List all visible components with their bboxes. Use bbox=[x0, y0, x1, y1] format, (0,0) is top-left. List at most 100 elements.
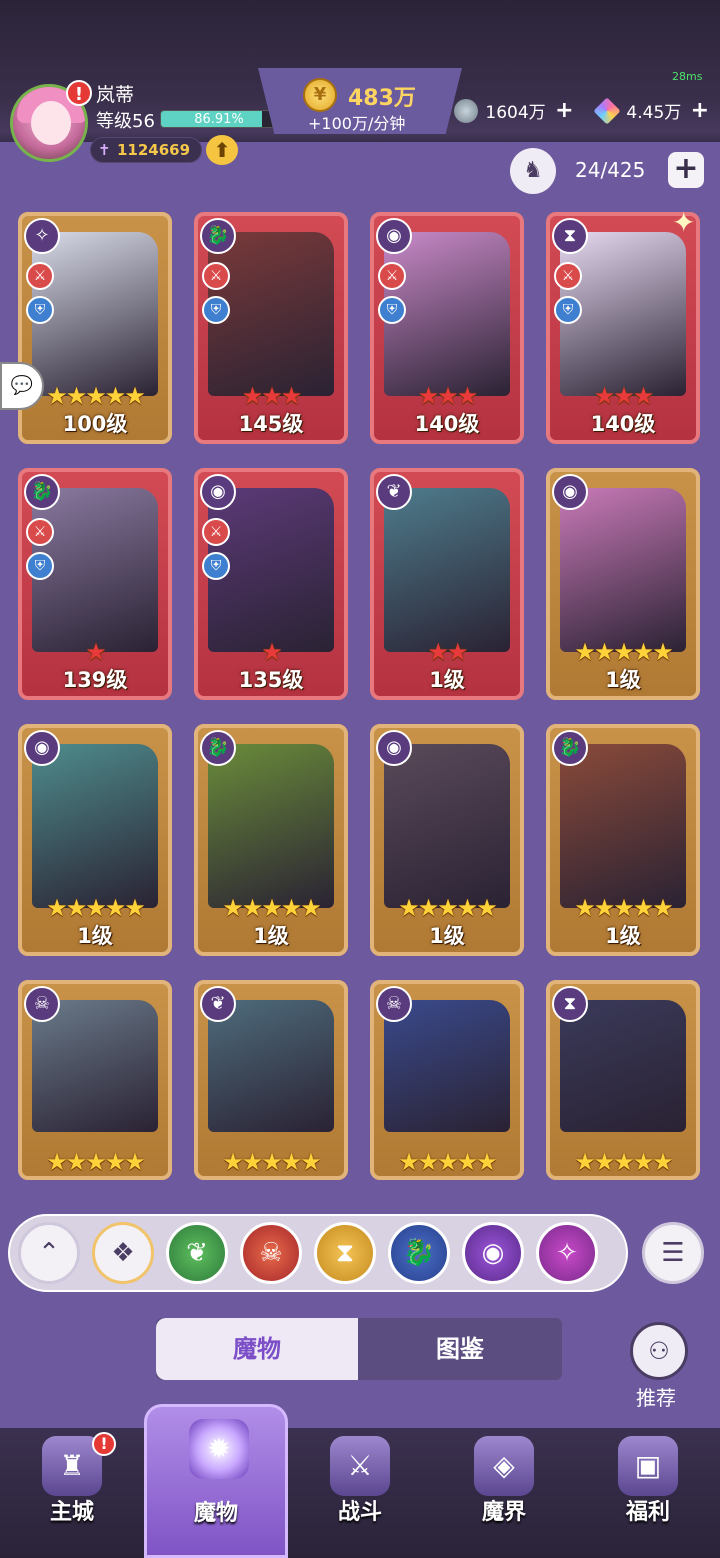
monster-card[interactable]: ◉ ★★★★★ 1级 bbox=[18, 724, 172, 956]
monster-capacity-icon: ♞ bbox=[510, 148, 556, 194]
monster-card[interactable]: 🐉 ⚔ ⛨ ★★★ 145级 bbox=[194, 212, 348, 444]
monster-portrait bbox=[32, 744, 158, 908]
leaf-icon: ❦ bbox=[200, 986, 236, 1022]
star-rating: ★★★ bbox=[593, 382, 655, 410]
monster-card[interactable]: ◉ ⚔ ⛨ ★ 135级 bbox=[194, 468, 348, 700]
star-rating: ★★★★★ bbox=[222, 1148, 322, 1176]
star-rating: ★★ bbox=[427, 638, 468, 666]
monster-card[interactable]: ✧ ⚔ ⛨ ★★★★★ 100级 bbox=[18, 212, 172, 444]
nav-portal[interactable]: ◈ 魔界 bbox=[432, 1428, 576, 1558]
nav-purple-flame[interactable]: ✹ 魔物 bbox=[144, 1404, 288, 1558]
star-rating: ★ bbox=[85, 638, 107, 666]
monster-portrait bbox=[208, 744, 334, 908]
monster-level: 1级 bbox=[429, 668, 465, 692]
xp-percent-text: 86.91% bbox=[194, 112, 244, 127]
tab-monsters[interactable]: 魔物 bbox=[156, 1318, 358, 1380]
monster-portrait bbox=[560, 488, 686, 652]
add-gem-button[interactable]: + bbox=[691, 98, 709, 123]
monster-level: 140级 bbox=[590, 412, 656, 436]
leaf-icon[interactable]: ❦ bbox=[166, 1222, 228, 1284]
star-rating: ★ bbox=[261, 638, 283, 666]
monster-card[interactable]: ◉ ⚔ ⛨ ★★★ 140级 bbox=[370, 212, 524, 444]
monster-level: 1级 bbox=[429, 924, 465, 948]
player-level: 等级56 bbox=[96, 111, 155, 132]
eye-icon: ◉ bbox=[552, 474, 588, 510]
monster-card[interactable]: 🐉 ⚔ ⛨ ★ 139级 bbox=[18, 468, 172, 700]
monster-level: 1级 bbox=[253, 924, 289, 948]
star-rating: ★★★ bbox=[417, 382, 479, 410]
nav-castle[interactable]: ♜ 主城! bbox=[0, 1428, 144, 1558]
nav-chest[interactable]: ▣ 福利 bbox=[576, 1428, 720, 1558]
nav-label: 福利 bbox=[625, 1500, 670, 1525]
star-rating: ★★★ bbox=[241, 382, 303, 410]
alert-badge: ! bbox=[92, 1432, 116, 1456]
gem-currency[interactable]: 4.45万 + bbox=[593, 96, 709, 126]
monster-portrait bbox=[560, 1000, 686, 1132]
nav-label: 魔界 bbox=[481, 1500, 526, 1525]
void-rune-icon: ✧ bbox=[24, 218, 60, 254]
monster-portrait bbox=[384, 744, 510, 908]
silver-amount: 1604万 bbox=[485, 103, 546, 123]
monster-card[interactable]: 🐉 ★★★★★ 1级 bbox=[194, 724, 348, 956]
nav-sword-shield[interactable]: ⚔ 战斗 bbox=[288, 1428, 432, 1558]
monster-card[interactable]: ☠ ★★★★★ bbox=[370, 980, 524, 1180]
monster-level: 135级 bbox=[238, 668, 304, 692]
eye-icon: ◉ bbox=[376, 218, 412, 254]
dragon-icon[interactable]: 🐉 bbox=[388, 1222, 450, 1284]
hourglass-icon[interactable]: ⧗ bbox=[314, 1222, 376, 1284]
hourglass-icon: ⧗ bbox=[552, 986, 588, 1022]
monster-card[interactable]: ❦ ★★ 1级 bbox=[370, 468, 524, 700]
monster-card[interactable]: ❦ ★★★★★ bbox=[194, 980, 348, 1180]
shield-icon: ⛨ bbox=[26, 552, 54, 580]
recommend-label[interactable]: 推荐 bbox=[636, 1382, 676, 1411]
monster-card[interactable]: ⧗ ★★★★★ bbox=[546, 980, 700, 1180]
tab-codex[interactable]: 图鉴 bbox=[358, 1318, 562, 1380]
silver-currency[interactable]: 1604万 + bbox=[454, 98, 574, 126]
xp-progress-bar: 86.91% bbox=[160, 110, 278, 128]
shield-icon: ⛨ bbox=[26, 296, 54, 324]
all-factions-icon[interactable]: ❖ bbox=[92, 1222, 154, 1284]
crossed-swords-icon: ⚔ bbox=[26, 518, 54, 546]
monster-level: 139级 bbox=[62, 668, 128, 692]
avatar-face bbox=[31, 101, 71, 145]
monster-level: 1级 bbox=[77, 924, 113, 948]
nav-label: 战斗 bbox=[337, 1500, 382, 1525]
gem-amount: 4.45万 bbox=[626, 103, 682, 123]
star-rating: ★★★★★ bbox=[574, 1148, 674, 1176]
dragon-icon: 🐉 bbox=[24, 474, 60, 510]
shield-icon: ⛨ bbox=[554, 296, 582, 324]
combat-power: ✝ 1124669 bbox=[90, 137, 202, 163]
eye-icon[interactable]: ◉ bbox=[462, 1222, 524, 1284]
shield-icon: ⛨ bbox=[378, 296, 406, 324]
monster-card[interactable]: ☠ ★★★★★ bbox=[18, 980, 172, 1180]
leaf-icon: ❦ bbox=[376, 474, 412, 510]
sword-shield-icon: ⚔ bbox=[330, 1436, 390, 1496]
recommend-team-icon[interactable]: ⚇ bbox=[630, 1322, 688, 1380]
shield-icon: ⛨ bbox=[202, 296, 230, 324]
demon-mask-icon[interactable]: ☠ bbox=[240, 1222, 302, 1284]
monster-card[interactable]: ◉ ★★★★★ 1级 bbox=[546, 468, 700, 700]
monster-level: 140级 bbox=[414, 412, 480, 436]
monster-card[interactable]: 🐉 ★★★★★ 1级 bbox=[546, 724, 700, 956]
demon-mask-icon: ☠ bbox=[376, 986, 412, 1022]
expand-capacity-button[interactable]: + bbox=[668, 152, 704, 188]
crossed-swords-icon: ⚔ bbox=[202, 262, 230, 290]
nav-label: 主城 bbox=[49, 1500, 94, 1525]
avatar-alert-badge: ! bbox=[66, 80, 92, 106]
monster-card[interactable]: ◉ ★★★★★ 1级 bbox=[370, 724, 524, 956]
dragon-icon: 🐉 bbox=[552, 730, 588, 766]
player-name: 岚蒂 bbox=[96, 84, 135, 106]
monster-level: 145级 bbox=[238, 412, 304, 436]
collapse-up-icon[interactable]: ⌃ bbox=[18, 1222, 80, 1284]
monster-card[interactable]: ⧗ ⚔ ⛨ ★★★ 140级 bbox=[546, 212, 700, 444]
power-up-button[interactable]: ⬆ bbox=[206, 135, 238, 165]
dragon-icon: 🐉 bbox=[200, 218, 236, 254]
void-rune-icon[interactable]: ✧ bbox=[536, 1222, 598, 1284]
eye-icon: ◉ bbox=[200, 474, 236, 510]
sort-button[interactable]: ☰ bbox=[642, 1222, 704, 1284]
monster-portrait bbox=[384, 488, 510, 652]
sword-icon: ✝ bbox=[98, 141, 111, 159]
nav-label: 魔物 bbox=[193, 1501, 238, 1526]
add-silver-button[interactable]: + bbox=[555, 98, 573, 123]
monster-portrait bbox=[560, 744, 686, 908]
